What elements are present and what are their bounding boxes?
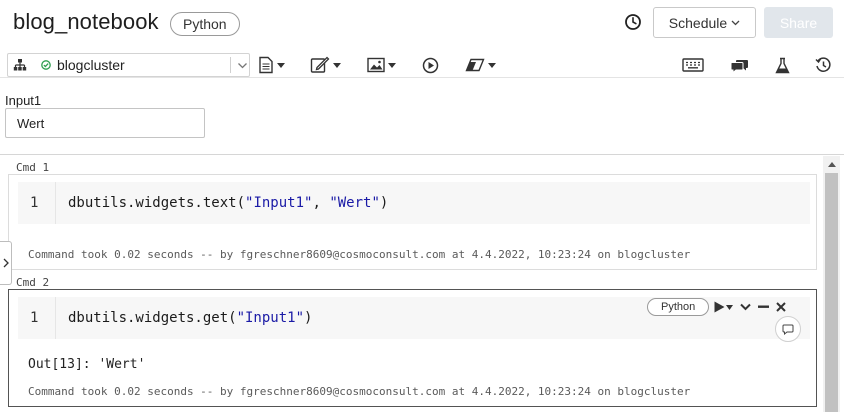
widgets-divider — [0, 154, 844, 155]
code-text: ) — [304, 310, 313, 326]
caret-down-icon — [488, 62, 496, 68]
file-icon — [259, 56, 273, 74]
run-all-button[interactable] — [422, 56, 439, 74]
cmd-label: Cmd 2 — [16, 276, 50, 289]
eraser-icon — [465, 58, 485, 72]
code-editor[interactable]: 1 dbutils.widgets.text("Input1", "Wert") — [18, 182, 810, 224]
chevron-down-icon — [731, 20, 740, 25]
widget-label: Input1 — [5, 93, 42, 108]
run-icon — [422, 57, 439, 73]
cmd-label: Cmd 1 — [16, 161, 50, 174]
clock-icon[interactable] — [624, 13, 642, 31]
chevron-down-icon — [238, 63, 247, 69]
code-text: , — [312, 195, 330, 211]
cell-language-badge[interactable]: Python — [647, 298, 710, 316]
code-text: dbutils.widgets.text( — [68, 195, 246, 211]
caret-down-icon — [333, 62, 341, 68]
history-icon — [815, 57, 831, 72]
caret-down-icon — [277, 62, 285, 68]
chevron-right-icon — [3, 258, 9, 268]
command-duration: Command took 0.02 seconds -- by fgreschn… — [28, 385, 691, 398]
scroll-up-arrow[interactable] — [823, 158, 840, 170]
code-line: dbutils.widgets.text("Input1", "Wert") — [68, 195, 388, 211]
code-text: ) — [379, 195, 389, 211]
line-number: 1 — [30, 310, 39, 326]
notebook-title[interactable]: blog_notebook — [13, 9, 159, 35]
string-literal: "Input1" — [245, 195, 313, 211]
close-icon[interactable] — [776, 302, 786, 312]
comment-button[interactable] — [775, 316, 801, 342]
notebook-cell[interactable]: 1 dbutils.widgets.text("Input1", "Wert")… — [8, 174, 817, 270]
widget-input[interactable] — [5, 108, 205, 138]
command-duration: Command took 0.02 seconds -- by fgreschn… — [28, 248, 691, 261]
cell-output: Out[13]: 'Wert' — [28, 357, 146, 372]
caret-down-icon — [388, 62, 396, 68]
comment-icon — [782, 324, 794, 335]
gutter-divider — [55, 297, 56, 339]
flask-icon — [775, 57, 790, 73]
image-icon — [367, 57, 385, 73]
comments-button[interactable] — [730, 56, 749, 74]
gutter-divider — [55, 182, 56, 224]
cluster-tree-icon — [13, 59, 27, 71]
revision-history-button[interactable] — [815, 56, 831, 74]
edit-menu-button[interactable] — [310, 56, 341, 74]
experiment-button[interactable] — [775, 56, 790, 74]
comments-icon — [730, 60, 748, 73]
share-button[interactable]: Share — [764, 7, 833, 38]
view-menu-button[interactable] — [367, 56, 396, 74]
code-text: dbutils.widgets.get( — [68, 310, 237, 326]
chevron-down-icon[interactable] — [740, 303, 751, 311]
line-number: 1 — [30, 195, 39, 211]
toolbar-divider — [0, 77, 844, 78]
string-literal: "Wert" — [329, 195, 380, 211]
keyboard-icon — [682, 58, 704, 72]
edit-icon — [310, 56, 330, 73]
caret-down-icon[interactable] — [726, 304, 733, 310]
schedule-button[interactable]: Schedule — [653, 7, 756, 38]
cluster-name: blogcluster — [57, 57, 125, 73]
run-cell-icon[interactable] — [714, 301, 725, 313]
scrollbar[interactable] — [823, 156, 840, 412]
scroll-thumb[interactable] — [825, 173, 838, 412]
schedule-button-label: Schedule — [668, 14, 728, 31]
code-line: dbutils.widgets.get("Input1") — [68, 310, 312, 326]
select-divider — [230, 57, 231, 73]
sidebar-toggle[interactable] — [0, 241, 12, 285]
cluster-selector[interactable]: blogcluster — [7, 53, 250, 77]
cell-actions — [714, 300, 786, 314]
minimize-icon[interactable] — [758, 305, 769, 309]
notebook-cell-active[interactable]: 1 dbutils.widgets.get("Input1") Python O… — [8, 289, 817, 407]
string-literal: "Input1" — [236, 310, 305, 326]
check-circle-icon — [41, 60, 51, 70]
clear-menu-button[interactable] — [465, 56, 496, 74]
scroll-up-icon — [827, 161, 836, 167]
file-menu-button[interactable] — [258, 56, 285, 74]
language-badge[interactable]: Python — [170, 12, 240, 36]
keyboard-shortcuts-button[interactable] — [682, 56, 704, 74]
